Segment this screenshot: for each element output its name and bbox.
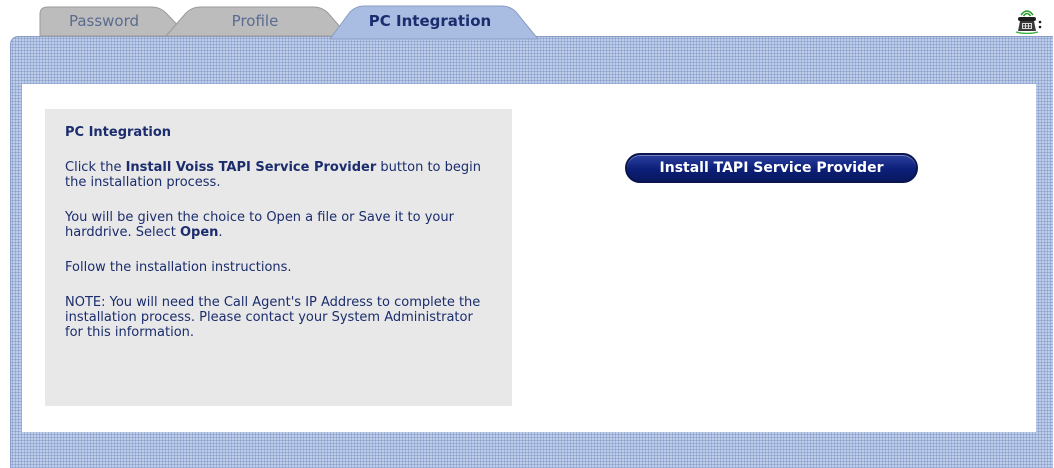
instructions-step-install: Click the Install Voiss TAPI Service Pro… bbox=[65, 160, 492, 190]
install-tapi-service-provider-button[interactable]: Install TAPI Service Provider bbox=[625, 153, 918, 183]
open-emphasis: Open bbox=[179, 225, 219, 240]
instructions-heading: PC Integration bbox=[65, 125, 172, 140]
instructions-note: NOTE: You will need the Call Agent's IP … bbox=[65, 295, 481, 340]
phone-status-icon bbox=[1012, 6, 1042, 35]
tab-pc-integration[interactable]: PC Integration bbox=[329, 5, 540, 40]
instructions-step-open: You will be given the choice to Open a f… bbox=[65, 210, 492, 240]
text-fragment: Click the bbox=[65, 160, 126, 175]
text-fragment: . bbox=[218, 225, 223, 240]
tab-profile[interactable]: Profile bbox=[164, 6, 350, 37]
install-voiss-tapi-emphasis: Install Voiss TAPI Service Provider bbox=[125, 160, 377, 175]
instructions-box: PC Integration Click the Install Voiss T… bbox=[45, 109, 512, 406]
tab-profile-label: Profile bbox=[231, 12, 279, 30]
tab-pc-integration-label: PC Integration bbox=[368, 12, 492, 30]
instructions-step-follow: Follow the installation instructions. bbox=[65, 260, 292, 275]
text-fragment: You will be given the choice to Open a f… bbox=[65, 210, 454, 240]
app-window: Password Profile PC Integration PC Integ… bbox=[0, 0, 1054, 468]
